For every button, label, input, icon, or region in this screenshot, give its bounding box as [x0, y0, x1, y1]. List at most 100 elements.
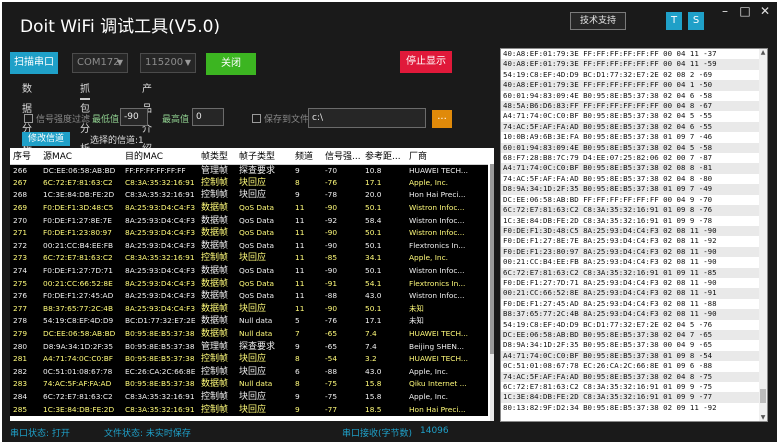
- cell-channel: 5: [292, 315, 322, 328]
- cell-frame-subtype: Null data: [236, 315, 292, 328]
- stop-display-button[interactable]: 停止显示: [400, 51, 452, 73]
- table-row[interactable]: 278 54:19:C8:EF:4D:D9 BC:D1:77:32:E7:2E 数据帧…: [10, 315, 488, 328]
- tab-data-analysis[interactable]: 数据分析: [22, 80, 32, 155]
- close-icon[interactable]: ✕: [758, 4, 772, 18]
- cell-distance: 3.2: [362, 352, 406, 366]
- chevron-down-icon: ▼: [116, 58, 123, 67]
- strength-filter-checkbox[interactable]: [24, 114, 33, 123]
- tech-support-button[interactable]: 技术支持: [570, 12, 626, 30]
- raw-scroll-thumb[interactable]: [760, 389, 766, 403]
- table-scrollbar[interactable]: [490, 164, 494, 421]
- cell-vendor: Wistron Infoc...: [406, 289, 488, 303]
- raw-data-line: 60:01:94:83:09:4E B0:95:8E:B5:37:38 02 0…: [501, 142, 767, 154]
- modify-channel-button[interactable]: 修改信道: [22, 132, 70, 146]
- table-row[interactable]: 282 0C:51:01:08:67:78 EC:26:CA:2C:66:8E 控制帧…: [10, 365, 488, 379]
- table-row[interactable]: 271 F0:DE:F1:23:80:97 8A:25:93:D4:C4:F3 数据帧…: [10, 226, 488, 240]
- cell-frame-type: 数据帧: [198, 226, 236, 240]
- table-row[interactable]: 266 DC:EE:06:58:AB:BD FF:FF:FF:FF:FF:FF 管理帧…: [10, 164, 488, 177]
- raw-data-line: 40:A8:EF:01:79:3E FF:FF:FF:FF:FF:FF 00 0…: [501, 80, 767, 91]
- scroll-down-icon[interactable]: ▼: [759, 414, 767, 421]
- max-value-input[interactable]: 0: [192, 108, 224, 126]
- cell-src-mac: 6C:72:E7:81:63:C2: [40, 176, 122, 190]
- col-header-distance[interactable]: 参考距...: [362, 148, 406, 165]
- col-header-frame-subtype[interactable]: 帧子类型: [236, 148, 292, 165]
- cell-dst-mac: C8:3A:35:32:16:91: [122, 403, 198, 416]
- table-row[interactable]: 283 74:AC:5F:AF:FA:AD B0:95:8E:B5:37:38 数据帧…: [10, 378, 488, 391]
- cell-index: 280: [10, 340, 40, 353]
- cell-src-mac: 6C:72:E7:81:63:C2: [40, 252, 122, 265]
- cell-vendor: Wistron Infoc...: [406, 264, 488, 278]
- col-header-signal[interactable]: 信号强...: [322, 148, 362, 165]
- raw-scrollbar[interactable]: ▲ ▼: [759, 49, 767, 421]
- table-row[interactable]: 270 F0:DE:F1:27:8E:7E 8A:25:93:D4:C4:F3 数据帧…: [10, 214, 488, 227]
- cell-distance: 7.4: [362, 340, 406, 353]
- raw-data-panel: 40:A8:EF:01:79:3E FF:FF:FF:FF:FF:FF 00 0…: [500, 48, 768, 422]
- cell-frame-type: 数据帧: [198, 239, 236, 253]
- title-bar: Doit WiFi 调试工具(V5.0) 技术支持 T S – □ ✕: [2, 2, 777, 46]
- table-row[interactable]: 275 00:21:CC:66:52:8E 8A:25:93:D4:C4:F3 数据帧…: [10, 277, 488, 290]
- tab-product-intro[interactable]: 产品介绍: [142, 80, 152, 155]
- cell-dst-mac: 8A:25:93:D4:C4:F3: [122, 214, 198, 227]
- file-path-input[interactable]: c:\: [308, 108, 426, 128]
- cell-index: 267: [10, 176, 40, 190]
- table-row[interactable]: 276 F0:DE:F1:27:45:AD 8A:25:93:D4:C4:F3 数据帧…: [10, 289, 488, 303]
- table-row[interactable]: 279 DC:EE:06:58:AB:BD B0:95:8E:B5:37:38 数据帧…: [10, 327, 488, 341]
- scan-port-button[interactable]: 扫描串口: [10, 52, 58, 74]
- raw-data-line: 00:21:CC:66:52:8E 8A:25:93:D4:C4:F3 02 0…: [501, 288, 767, 299]
- raw-data-line: 00:21:CC:B4:EE:FB 8A:25:93:D4:C4:F3 02 0…: [503, 257, 717, 267]
- browse-button[interactable]: ...: [432, 110, 452, 128]
- baud-select[interactable]: 115200 ▼: [140, 53, 196, 73]
- cell-channel: 8: [292, 176, 322, 190]
- cell-channel: 11: [292, 226, 322, 240]
- cell-index: 276: [10, 289, 40, 303]
- s-button[interactable]: S: [688, 12, 704, 30]
- t-button[interactable]: T: [666, 12, 682, 30]
- cell-distance: 15.8: [362, 378, 406, 391]
- close-port-button[interactable]: 关闭: [206, 53, 256, 75]
- min-value-input[interactable]: -90: [120, 108, 148, 126]
- table-scroll-thumb[interactable]: [490, 164, 494, 354]
- cell-index: 269: [10, 201, 40, 215]
- cell-distance: 43.0: [362, 289, 406, 303]
- tab-packet-analysis[interactable]: 抓包分析: [80, 80, 90, 155]
- col-header-frame-type[interactable]: 帧类型: [198, 148, 236, 165]
- raw-data-line: A4:71:74:0C:C0:BF B0:95:8E:B5:37:38 01 0…: [501, 350, 767, 362]
- col-header-channel[interactable]: 频道: [292, 148, 322, 165]
- table-row[interactable]: 269 F0:DE:F1:3D:48:C5 8A:25:93:D4:C4:F3 数据帧…: [10, 201, 488, 215]
- maximize-icon[interactable]: □: [738, 4, 752, 18]
- cell-channel: 11: [292, 239, 322, 253]
- col-header-src-mac[interactable]: 源MAC: [40, 148, 122, 165]
- col-header-vendor[interactable]: 厂商: [406, 148, 488, 165]
- raw-data-line: F0:DE:F1:3D:48:C5 8A:25:93:D4:C4:F3 02 0…: [501, 225, 767, 237]
- port-select[interactable]: COM172 ▼: [72, 53, 128, 73]
- port-status: 串口状态: 打开: [10, 429, 70, 439]
- cell-src-mac: DC:EE:06:58:AB:BD: [40, 164, 122, 177]
- table-row[interactable]: 280 D8:9A:34:1D:2F:35 B0:95:8E:B5:37:38 管理帧…: [10, 340, 488, 353]
- raw-data-line: F0:DE:F1:27:7D:71 8A:25:93:D4:C4:F3 02 0…: [503, 277, 717, 287]
- table-row[interactable]: 285 1C:3E:84:DB:FE:2D C8:3A:35:32:16:91 控制帧…: [10, 403, 488, 416]
- cell-channel: 6: [292, 365, 322, 379]
- cell-dst-mac: BC:D1:77:32:E7:2E: [122, 315, 198, 328]
- cell-frame-type: 管理帧: [198, 340, 236, 353]
- scroll-up-icon[interactable]: ▲: [759, 49, 767, 56]
- table-row[interactable]: 267 6C:72:E7:81:63:C2 C8:3A:35:32:16:91 控制帧…: [10, 176, 488, 190]
- cell-frame-type: 控制帧: [198, 352, 236, 366]
- cell-index: 284: [10, 390, 40, 404]
- col-header-dst-mac[interactable]: 目的MAC: [122, 148, 198, 165]
- raw-data-line: D8:9A:34:1D:2F:35 B0:95:8E:B5:37:38 00 0…: [503, 340, 713, 350]
- table-row[interactable]: 277 B8:37:65:77:2C:4B 8A:25:93:D4:C4:F3 数据帧…: [10, 302, 488, 316]
- table-row[interactable]: 274 F0:DE:F1:27:7D:71 8A:25:93:D4:C4:F3 数据帧…: [10, 264, 488, 278]
- cell-channel: 11: [292, 201, 322, 215]
- minimize-icon[interactable]: –: [718, 4, 732, 18]
- table-row[interactable]: 273 6C:72:E7:81:63:C2 C8:3A:35:32:16:91 控制帧…: [10, 252, 488, 265]
- table-row[interactable]: 284 6C:72:E7:81:63:C2 C8:3A:35:32:16:91 控制帧…: [10, 390, 488, 404]
- cell-distance: 50.1: [362, 201, 406, 215]
- cell-vendor: Wistron Infoc...: [406, 201, 488, 215]
- save-file-checkbox[interactable]: [252, 114, 261, 123]
- table-row[interactable]: 268 1C:3E:84:DB:FE:2D C8:3A:35:32:16:91 控制帧…: [10, 189, 488, 202]
- table-row[interactable]: 281 A4:71:74:0C:C0:BF B0:95:8E:B5:37:38 控制帧…: [10, 352, 488, 366]
- cell-src-mac: F0:DE:F1:27:7D:71: [40, 264, 122, 278]
- cell-src-mac: 74:AC:5F:AF:FA:AD: [40, 378, 122, 391]
- table-row[interactable]: 272 00:21:CC:B4:EE:FB 8A:25:93:D4:C4:F3 数据帧…: [10, 239, 488, 253]
- col-header-index[interactable]: 序号: [10, 148, 40, 165]
